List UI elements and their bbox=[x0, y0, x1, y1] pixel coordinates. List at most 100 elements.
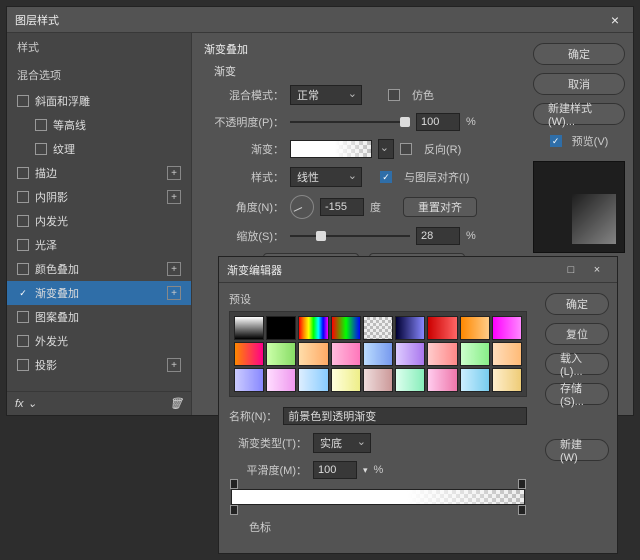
maximize-icon[interactable]: □ bbox=[559, 260, 583, 280]
style-item-9[interactable]: 图案叠加 bbox=[7, 305, 191, 329]
preset-swatch[interactable] bbox=[460, 368, 490, 392]
style-checkbox[interactable]: ✓ bbox=[17, 287, 29, 299]
cancel-button[interactable]: 取消 bbox=[533, 73, 625, 95]
style-checkbox[interactable] bbox=[17, 311, 29, 323]
preset-swatch[interactable] bbox=[492, 368, 522, 392]
preset-swatch[interactable] bbox=[234, 316, 264, 340]
style-checkbox[interactable] bbox=[17, 359, 29, 371]
add-effect-icon[interactable]: + bbox=[167, 190, 181, 204]
ge-new-button[interactable]: 新建(W) bbox=[545, 439, 609, 461]
smooth-input[interactable]: 100 bbox=[313, 461, 357, 479]
ge-save-button[interactable]: 存储(S)... bbox=[545, 383, 609, 405]
gradient-swatch[interactable] bbox=[290, 140, 372, 158]
preview-checkbox[interactable]: ✓ bbox=[550, 135, 562, 147]
opacity-stop-left[interactable] bbox=[230, 479, 238, 489]
preset-swatch[interactable] bbox=[460, 316, 490, 340]
style-item-7[interactable]: 颜色叠加+ bbox=[7, 257, 191, 281]
style-item-8[interactable]: ✓渐变叠加+ bbox=[7, 281, 191, 305]
preset-swatch[interactable] bbox=[427, 368, 457, 392]
preset-swatch[interactable] bbox=[266, 342, 296, 366]
preset-swatch[interactable] bbox=[460, 342, 490, 366]
blend-mode-label: 混合模式： bbox=[214, 87, 284, 103]
opacity-stop-right[interactable] bbox=[518, 479, 526, 489]
ge-close-icon[interactable]: × bbox=[585, 260, 609, 280]
preset-swatch[interactable] bbox=[492, 342, 522, 366]
blend-options[interactable]: 混合选项 bbox=[7, 61, 191, 89]
style-item-0[interactable]: 斜面和浮雕 bbox=[7, 89, 191, 113]
preset-swatch[interactable] bbox=[492, 316, 522, 340]
preset-swatch[interactable] bbox=[427, 342, 457, 366]
new-style-button[interactable]: 新建样式(W)... bbox=[533, 103, 625, 125]
style-item-2[interactable]: 纹理 bbox=[7, 137, 191, 161]
titlebar[interactable]: 图层样式 × bbox=[7, 7, 633, 33]
preset-swatch[interactable] bbox=[395, 368, 425, 392]
preset-swatch[interactable] bbox=[363, 342, 393, 366]
scale-slider[interactable] bbox=[290, 229, 410, 243]
style-label: 图案叠加 bbox=[35, 309, 181, 325]
preset-swatch[interactable] bbox=[331, 368, 361, 392]
reverse-label: 反向(R) bbox=[424, 141, 461, 157]
preset-swatch[interactable] bbox=[331, 342, 361, 366]
name-input[interactable]: 前景色到透明渐变 bbox=[283, 407, 527, 425]
preset-swatch[interactable] bbox=[266, 368, 296, 392]
preset-swatch[interactable] bbox=[298, 368, 328, 392]
scale-input[interactable]: 28 bbox=[416, 227, 460, 245]
preset-swatch[interactable] bbox=[234, 368, 264, 392]
style-checkbox[interactable] bbox=[17, 335, 29, 347]
preset-swatch[interactable] bbox=[298, 342, 328, 366]
style-checkbox[interactable] bbox=[17, 215, 29, 227]
style-select[interactable]: 线性 bbox=[290, 167, 362, 187]
styles-header[interactable]: 样式 bbox=[7, 33, 191, 61]
preset-swatch[interactable] bbox=[363, 316, 393, 340]
angle-dial[interactable] bbox=[290, 195, 314, 219]
style-checkbox[interactable] bbox=[35, 143, 47, 155]
reverse-checkbox[interactable] bbox=[400, 143, 412, 155]
preset-swatch[interactable] bbox=[395, 316, 425, 340]
ge-ok-button[interactable]: 确定 bbox=[545, 293, 609, 315]
align-checkbox[interactable]: ✓ bbox=[380, 171, 392, 183]
fx-bar[interactable]: fx ⌄ 🗑 bbox=[7, 391, 191, 415]
color-stop-right[interactable] bbox=[518, 505, 526, 515]
style-item-3[interactable]: 描边+ bbox=[7, 161, 191, 185]
style-checkbox[interactable] bbox=[17, 263, 29, 275]
reset-align-button[interactable]: 重置对齐 bbox=[403, 197, 477, 217]
opacity-slider[interactable] bbox=[290, 115, 410, 129]
color-stop-left[interactable] bbox=[230, 505, 238, 515]
preset-swatch[interactable] bbox=[234, 342, 264, 366]
style-item-4[interactable]: 内阴影+ bbox=[7, 185, 191, 209]
style-item-10[interactable]: 外发光 bbox=[7, 329, 191, 353]
dither-checkbox[interactable] bbox=[388, 89, 400, 101]
style-checkbox[interactable] bbox=[17, 239, 29, 251]
gradient-bar[interactable] bbox=[231, 489, 525, 505]
preset-swatch[interactable] bbox=[266, 316, 296, 340]
style-checkbox[interactable] bbox=[17, 167, 29, 179]
preset-swatch[interactable] bbox=[298, 316, 328, 340]
preset-swatch[interactable] bbox=[363, 368, 393, 392]
style-item-1[interactable]: 等高线 bbox=[7, 113, 191, 137]
style-checkbox[interactable] bbox=[35, 119, 47, 131]
add-effect-icon[interactable]: + bbox=[167, 286, 181, 300]
type-select[interactable]: 实底 bbox=[313, 433, 371, 453]
opacity-input[interactable]: 100 bbox=[416, 113, 460, 131]
ge-load-button[interactable]: 载入(L)... bbox=[545, 353, 609, 375]
style-item-11[interactable]: 投影+ bbox=[7, 353, 191, 377]
style-checkbox[interactable] bbox=[17, 95, 29, 107]
preset-swatch[interactable] bbox=[395, 342, 425, 366]
preset-swatch[interactable] bbox=[331, 316, 361, 340]
trash-icon[interactable]: 🗑 bbox=[169, 397, 183, 410]
angle-input[interactable]: -155 bbox=[320, 198, 364, 216]
style-item-6[interactable]: 光泽 bbox=[7, 233, 191, 257]
style-checkbox[interactable] bbox=[17, 191, 29, 203]
add-effect-icon[interactable]: + bbox=[167, 262, 181, 276]
fx-label: fx bbox=[15, 398, 24, 410]
add-effect-icon[interactable]: + bbox=[167, 358, 181, 372]
ge-titlebar[interactable]: 渐变编辑器 □ × bbox=[219, 257, 617, 283]
preset-swatch[interactable] bbox=[427, 316, 457, 340]
style-item-5[interactable]: 内发光 bbox=[7, 209, 191, 233]
close-icon[interactable]: × bbox=[605, 10, 625, 30]
add-effect-icon[interactable]: + bbox=[167, 166, 181, 180]
ok-button[interactable]: 确定 bbox=[533, 43, 625, 65]
blend-mode-select[interactable]: 正常 bbox=[290, 85, 362, 105]
gradient-dropdown[interactable] bbox=[378, 139, 394, 159]
ge-reset-button[interactable]: 复位 bbox=[545, 323, 609, 345]
